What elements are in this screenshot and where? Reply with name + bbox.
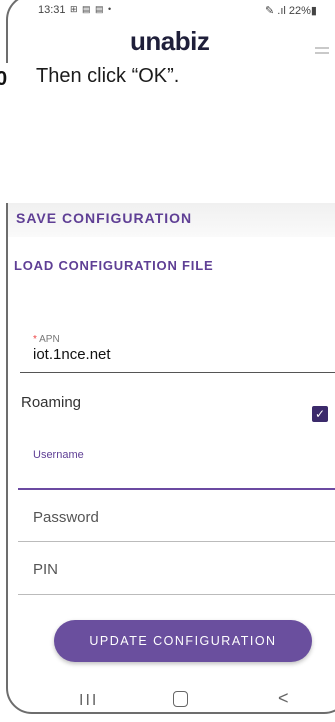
home-icon[interactable]: [173, 691, 188, 707]
android-nav-bar: III <: [0, 680, 335, 720]
apn-underline: [20, 372, 335, 373]
menu-icon[interactable]: [315, 44, 329, 57]
load-configuration-file-button[interactable]: LOAD CONFIGURATION FILE: [14, 258, 213, 273]
back-icon[interactable]: <: [278, 688, 289, 709]
status-bar: 13:31 ⊞ ▤ ▤ • ✎ .ıl 22%▮: [38, 4, 335, 18]
username-input[interactable]: Username: [33, 449, 84, 461]
apn-label: * APN: [33, 334, 60, 345]
pin-underline: [18, 594, 335, 595]
roaming-label: Roaming: [21, 394, 82, 411]
save-configuration-button[interactable]: SAVE CONFIGURATION: [16, 210, 192, 226]
roaming-checkbox[interactable]: ✓: [312, 406, 328, 422]
notification-icons: ⊞ ▤ ▤ •: [70, 4, 113, 14]
recent-apps-icon[interactable]: III: [79, 692, 98, 710]
instruction-text: Then click “OK”.: [36, 65, 180, 87]
app-logo: unabiz: [130, 26, 210, 56]
step-number: 0: [0, 68, 8, 90]
battery-signal-icons: ✎ .ıl 22%▮: [265, 5, 317, 17]
pin-input[interactable]: PIN: [33, 561, 58, 578]
password-input[interactable]: Password: [33, 509, 99, 526]
required-mark: *: [33, 334, 37, 345]
apn-label-text: APN: [39, 334, 60, 345]
update-configuration-button[interactable]: UPDATE CONFIGURATION: [54, 620, 312, 662]
check-icon: ✓: [314, 407, 326, 421]
username-underline: [18, 488, 335, 490]
apn-input[interactable]: iot.1nce.net: [33, 346, 111, 363]
password-underline: [18, 541, 335, 542]
status-time: 13:31: [38, 4, 66, 16]
